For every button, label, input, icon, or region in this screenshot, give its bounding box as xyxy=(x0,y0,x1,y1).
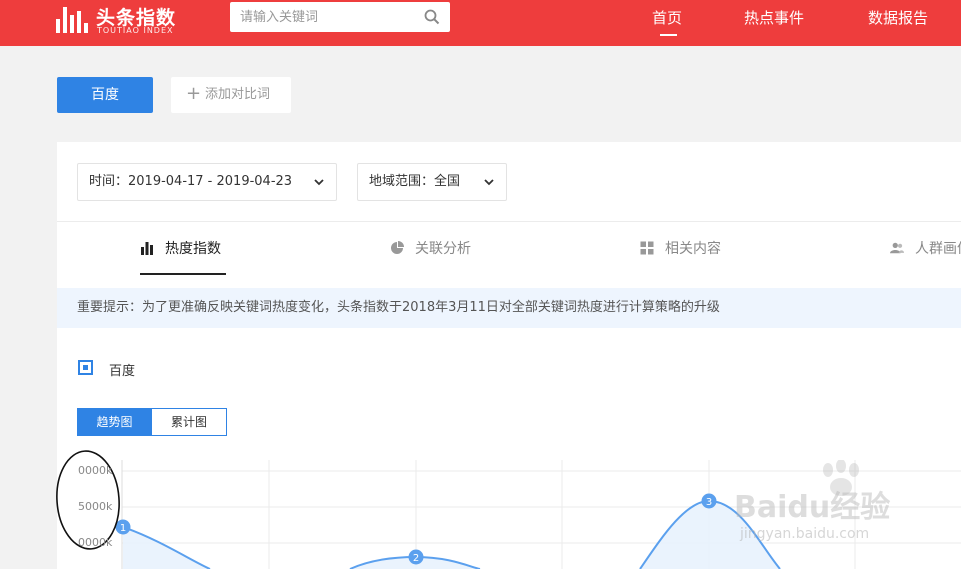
legend-label: 百度 xyxy=(109,364,136,379)
legend-checkbox[interactable] xyxy=(78,360,93,375)
nav-active-indicator xyxy=(660,34,677,36)
region-dropdown[interactable]: 地域范围：全国 xyxy=(357,163,507,201)
tab-label: 关联分析 xyxy=(415,241,471,257)
time-range-value: 时间：2019-04-17 - 2019-04-23 xyxy=(89,174,293,189)
tab-label: 相关内容 xyxy=(665,241,721,257)
grid-icon xyxy=(640,241,654,255)
plus-icon: + xyxy=(186,83,202,104)
users-icon xyxy=(890,242,904,254)
chevron-down-icon xyxy=(314,179,324,186)
trend-view-button[interactable]: 趋势图 xyxy=(77,408,152,436)
search-box xyxy=(230,2,450,32)
bar-chart-icon xyxy=(141,242,153,255)
search-icon[interactable] xyxy=(424,9,440,25)
index-panel: 时间：2019-04-17 - 2019-04-23 地域范围：全国 热度指数 … xyxy=(57,142,961,569)
y-tick-label: 5000k xyxy=(78,500,113,513)
pie-chart-icon xyxy=(391,241,404,254)
divider xyxy=(57,221,961,222)
chevron-down-icon xyxy=(484,179,494,186)
logo-subtitle: TOUTIAO INDEX xyxy=(97,26,174,35)
keyword-button-baidu[interactable]: 百度 xyxy=(57,77,153,113)
tab-active-indicator xyxy=(140,273,226,275)
search-input[interactable] xyxy=(230,2,415,32)
toutiao-index-logo[interactable]: 头条指数 TOUTIAO INDEX xyxy=(56,3,186,37)
logo-bars-icon xyxy=(56,5,90,33)
nav-home[interactable]: 首页 xyxy=(652,7,682,28)
time-range-dropdown[interactable]: 时间：2019-04-17 - 2019-04-23 xyxy=(77,163,337,201)
important-notice: 重要提示：为了更准确反映关键词热度变化，头条指数于2018年3月11日对全部关键… xyxy=(57,288,961,328)
add-compare-keyword-button[interactable]: + 添加对比词 xyxy=(171,77,291,113)
nav-hot-events[interactable]: 热点事件 xyxy=(744,7,804,28)
region-value: 地域范围：全国 xyxy=(369,174,461,189)
top-navigation-bar: 头条指数 TOUTIAO INDEX 首页 热点事件 数据报告 xyxy=(0,0,961,46)
y-tick-label: 0000k xyxy=(78,464,113,477)
tab-label: 人群画像 xyxy=(915,241,961,257)
cumulative-view-button[interactable]: 累计图 xyxy=(151,408,227,436)
nav-data-reports[interactable]: 数据报告 xyxy=(868,7,928,28)
y-tick-label: 0000k xyxy=(78,536,113,549)
tab-label: 热度指数 xyxy=(165,241,221,257)
add-compare-label: 添加对比词 xyxy=(205,87,271,102)
